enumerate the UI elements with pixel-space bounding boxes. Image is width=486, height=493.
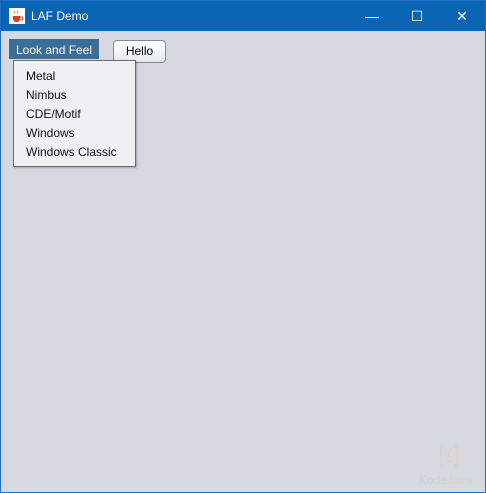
- look-and-feel-menu[interactable]: Look and Feel: [9, 39, 100, 59]
- menu-item-windows-classic[interactable]: Windows Classic: [14, 143, 135, 162]
- menu-item-cde-motif[interactable]: CDE/Motif: [14, 105, 135, 124]
- window-title: LAF Demo: [31, 9, 89, 23]
- app-window: LAF Demo — ☐ ✕ Look and Feel Hello Metal…: [0, 0, 486, 493]
- close-button[interactable]: ✕: [439, 1, 485, 31]
- watermark-logo-icon: [437, 443, 461, 469]
- menu-item-nimbus[interactable]: Nimbus: [14, 86, 135, 105]
- maximize-icon: ☐: [410, 7, 424, 24]
- minimize-button[interactable]: —: [349, 1, 395, 31]
- minimize-icon: —: [365, 8, 379, 24]
- close-icon: ✕: [456, 7, 468, 24]
- maximize-button[interactable]: ☐: [394, 1, 440, 31]
- java-cup-icon: [9, 8, 25, 24]
- menu-bar: Look and Feel Hello: [1, 31, 485, 63]
- watermark-text: KodeJava: [419, 473, 473, 487]
- menu-item-windows[interactable]: Windows: [14, 124, 135, 143]
- look-and-feel-dropdown: Metal Nimbus CDE/Motif Windows Windows C…: [13, 60, 136, 167]
- title-bar[interactable]: LAF Demo — ☐ ✕: [1, 1, 485, 31]
- menu-item-metal[interactable]: Metal: [14, 67, 135, 86]
- watermark: KodeJava: [419, 443, 479, 487]
